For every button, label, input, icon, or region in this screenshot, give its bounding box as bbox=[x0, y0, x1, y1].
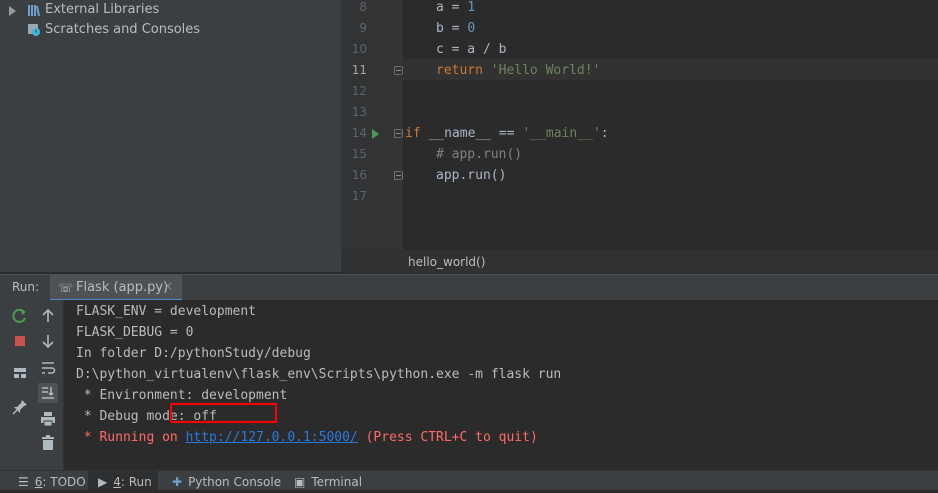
line-number: 14 bbox=[351, 126, 367, 140]
stop-icon[interactable] bbox=[10, 331, 30, 351]
console-line-running: * Running on http://127.0.0.1:5000/ (Pre… bbox=[76, 427, 538, 448]
code-line-10: c = a / b bbox=[436, 42, 507, 57]
line-number: 11 bbox=[351, 63, 367, 77]
tab-number: 4 bbox=[113, 475, 121, 489]
layout-icon[interactable] bbox=[10, 363, 30, 383]
line-number: 17 bbox=[351, 189, 367, 203]
code-string: 'Hello World!' bbox=[490, 63, 601, 78]
tool-window-bar: ☰ 6: TODO ▶ 4: Run ✚ Python Console ▣ Termin… bbox=[0, 470, 938, 490]
console-text: * Running on bbox=[76, 430, 186, 445]
list-icon: ☰ bbox=[18, 475, 29, 489]
pin-icon[interactable] bbox=[10, 397, 30, 417]
python-icon: ✚ bbox=[172, 475, 183, 489]
line-number: 13 bbox=[351, 105, 367, 119]
code-keyword: return bbox=[436, 63, 483, 78]
code-number: 0 bbox=[467, 21, 476, 36]
line-number: 8 bbox=[359, 0, 367, 14]
run-gutter-icon[interactable] bbox=[372, 129, 379, 139]
line-number: 15 bbox=[351, 147, 367, 161]
terminal-icon: ▣ bbox=[294, 475, 306, 489]
console-line: In folder D:/pythonStudy/debug bbox=[76, 346, 311, 361]
console-line: FLASK_ENV = development bbox=[76, 304, 257, 319]
tree-item-scratches[interactable]: Scratches and Consoles bbox=[0, 20, 341, 40]
run-tab-label: Flask (app.py) bbox=[76, 280, 169, 295]
tab-label: : Run bbox=[120, 475, 152, 489]
indent-guide bbox=[401, 0, 402, 250]
code-editor[interactable]: 8 9 10 11 12 13 14 15 16 17 a = 1 b = 0 … bbox=[341, 0, 938, 250]
trash-icon[interactable] bbox=[38, 433, 58, 453]
tree-item-external-libraries[interactable]: External Libraries bbox=[0, 0, 341, 20]
tab-label: Python Console bbox=[188, 475, 282, 489]
code-token: = bbox=[443, 21, 468, 36]
run-tab-flask[interactable]: ☏ Flask (app.py) × bbox=[50, 275, 182, 301]
console-line: D:\python_virtualenv\flask_env\Scripts\p… bbox=[76, 367, 562, 382]
code-token: : bbox=[600, 126, 609, 141]
tab-todo[interactable]: ☰ 6: TODO bbox=[12, 471, 86, 490]
run-toolbar-primary bbox=[7, 300, 35, 470]
code-line-8: a = 1 bbox=[436, 0, 475, 21]
flask-run-icon: ☏ bbox=[58, 281, 74, 295]
line-number: 16 bbox=[351, 168, 367, 182]
run-panel-label: Run: bbox=[12, 280, 40, 294]
print-icon[interactable] bbox=[38, 409, 58, 429]
close-icon[interactable]: × bbox=[163, 279, 173, 293]
line-number: 9 bbox=[359, 21, 367, 35]
tab-python-console[interactable]: ✚ Python Console bbox=[162, 471, 282, 490]
arrow-up-icon[interactable] bbox=[38, 306, 58, 326]
code-token: a bbox=[436, 0, 444, 15]
code-line-9: b = 0 bbox=[436, 21, 475, 42]
rerun-icon[interactable] bbox=[10, 306, 30, 326]
tab-label: : TODO bbox=[42, 475, 86, 489]
run-panel-header: Run: ☏ Flask (app.py) × bbox=[0, 274, 938, 301]
code-string: '__main__' bbox=[522, 126, 601, 141]
code-line-11: return 'Hello World!' bbox=[436, 63, 600, 84]
annotation-highlight-box bbox=[170, 403, 277, 423]
code-line-16: app.run() bbox=[436, 168, 507, 183]
arrow-down-icon[interactable] bbox=[38, 331, 58, 351]
current-line-highlight bbox=[341, 59, 938, 80]
tab-run[interactable]: ▶ 4: Run bbox=[88, 471, 158, 490]
project-tree-panel: External Libraries Scratches and Console… bbox=[0, 0, 341, 272]
code-line-15: # app.run() bbox=[436, 147, 523, 162]
run-toolbar-secondary bbox=[35, 300, 64, 470]
line-number: 10 bbox=[351, 42, 367, 56]
console-text: (Press CTRL+C to quit) bbox=[357, 430, 538, 445]
tree-item-label: External Libraries bbox=[45, 2, 160, 17]
tab-terminal[interactable]: ▣ Terminal bbox=[284, 471, 364, 490]
code-token: __name__ == bbox=[420, 126, 523, 141]
left-tool-strip bbox=[0, 300, 7, 470]
code-line-14: if __name__ == '__main__': bbox=[405, 126, 609, 147]
tab-label: Terminal bbox=[311, 475, 363, 489]
line-number: 12 bbox=[351, 84, 367, 98]
breadcrumb-item[interactable]: hello_world() bbox=[408, 255, 485, 269]
console-line: FLASK_DEBUG = 0 bbox=[76, 325, 194, 340]
code-token: = bbox=[443, 0, 468, 15]
server-url-link[interactable]: http://127.0.0.1:5000/ bbox=[186, 430, 358, 445]
scroll-to-end-icon[interactable] bbox=[38, 383, 58, 403]
run-console-output[interactable]: FLASK_ENV = development FLASK_DEBUG = 0 … bbox=[64, 300, 938, 470]
library-icon bbox=[28, 5, 41, 17]
run-icon: ▶ bbox=[98, 475, 108, 489]
code-token: b bbox=[436, 21, 444, 36]
soft-wrap-icon[interactable] bbox=[38, 358, 58, 378]
editor-gutter: 8 9 10 11 12 13 14 15 16 17 bbox=[341, 0, 403, 250]
tree-item-label: Scratches and Consoles bbox=[45, 22, 201, 37]
scratches-icon bbox=[28, 24, 40, 36]
code-keyword: if bbox=[405, 126, 421, 141]
code-number: 1 bbox=[467, 0, 476, 15]
expand-arrow-icon[interactable] bbox=[9, 6, 16, 16]
editor-breadcrumb[interactable]: hello_world() bbox=[341, 250, 938, 273]
